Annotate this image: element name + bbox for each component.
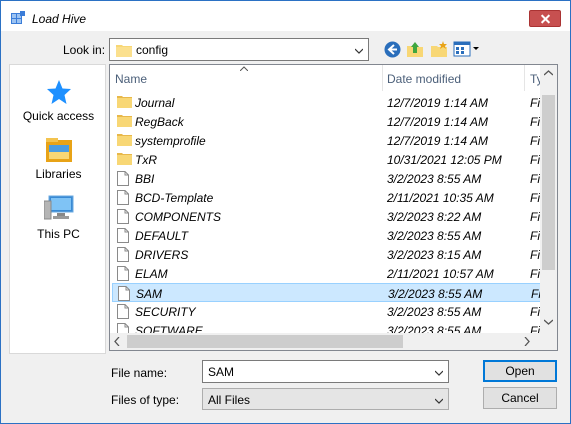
file-date: 12/7/2019 1:14 AM [387,96,488,110]
horizontal-scrollbar[interactable] [110,333,540,350]
vertical-scroll-thumb[interactable] [542,95,555,270]
computer-icon [43,195,73,220]
file-icon [117,190,129,205]
file-date: 3/2/2023 8:15 AM [387,248,482,262]
place-label: Quick access [22,109,95,123]
file-name: TxR [135,153,157,167]
place-this-pc[interactable]: This PC [10,195,107,241]
column-divider[interactable] [524,65,525,91]
file-date: 2/11/2021 10:57 AM [387,267,494,281]
view-menu-button[interactable] [453,40,481,58]
table-row[interactable]: SECURITY 3/2/2023 8:55 AM Fil [112,302,557,321]
file-icon [117,228,129,243]
folder-icon [117,134,132,146]
file-name-label: File name: [111,366,168,380]
file-name: BCD-Template [135,191,214,205]
cancel-button[interactable]: Cancel [483,387,557,409]
scroll-corner [540,333,557,350]
column-divider[interactable] [382,65,383,91]
new-folder-button[interactable] [430,40,448,58]
file-date: 3/2/2023 8:55 AM [387,172,482,186]
table-row[interactable]: TxR 10/31/2021 12:05 PM Fil [112,150,557,169]
file-date: 10/31/2021 12:05 PM [387,153,502,167]
file-date: 2/11/2021 10:35 AM [387,191,494,205]
file-name: COMPONENTS [135,210,222,224]
file-date: 3/2/2023 8:55 AM [387,305,482,319]
sort-up-icon [240,66,248,71]
file-name: ELAM [135,267,168,281]
folder-icon [116,45,132,57]
table-row[interactable]: COMPONENTS 3/2/2023 8:22 AM Fil [112,207,557,226]
table-row[interactable]: SAM 3/2/2023 8:55 AM Fil [112,283,557,302]
vertical-scrollbar[interactable] [540,65,557,333]
file-name: BBI [135,172,155,186]
file-date: 3/2/2023 8:22 AM [387,210,482,224]
folder-icon [117,153,132,165]
file-date: 12/7/2019 1:14 AM [387,134,488,148]
list-header: Name Date modified Ty [110,65,557,91]
scroll-down-icon[interactable] [544,319,553,325]
place-label: Libraries [35,167,82,181]
file-name: SECURITY [135,305,196,319]
table-row[interactable]: ELAM 2/11/2021 10:57 AM Fil [112,264,557,283]
table-row[interactable]: DEFAULT 3/2/2023 8:55 AM Fil [112,226,557,245]
table-row[interactable]: BBI 3/2/2023 8:55 AM Fil [112,169,557,188]
file-date: 12/7/2019 1:14 AM [387,115,488,129]
file-type-value: All Files [208,393,251,407]
look-in-value: config [136,43,169,57]
look-in-dropdown[interactable]: config [109,38,369,61]
table-row[interactable]: RegBack 12/7/2019 1:14 AM Fil [112,112,557,131]
libraries-icon [45,138,72,162]
back-button[interactable] [384,41,401,58]
column-name[interactable]: Name [115,72,147,86]
scroll-right-icon[interactable] [524,337,530,346]
folder-icon [117,96,132,108]
file-name: Journal [135,96,175,110]
file-name: systemprofile [135,134,206,148]
place-label: This PC [37,227,80,241]
folder-icon [117,115,132,127]
scroll-left-icon[interactable] [114,337,120,346]
place-libraries[interactable]: Libraries [10,137,107,181]
open-button[interactable]: Open [483,360,557,382]
file-type-label: Files of type: [111,393,180,407]
file-icon [117,171,129,186]
place-quick-access[interactable]: Quick access [10,79,107,123]
table-row[interactable]: Journal 12/7/2019 1:14 AM Fil [112,93,557,112]
places-bar: Quick access Libraries This PC [9,64,106,354]
chevron-down-icon [355,48,363,54]
window-title: Load Hive [32,12,87,26]
up-folder-button[interactable] [406,40,424,58]
title-bar: Load Hive [1,1,570,31]
file-icon [117,266,129,281]
file-date: 3/2/2023 8:55 AM [387,229,482,243]
star-icon [46,80,71,104]
file-icon [118,286,130,301]
table-row[interactable]: systemprofile 12/7/2019 1:14 AM Fil [112,131,557,150]
file-name: DEFAULT [135,229,188,243]
file-name: DRIVERS [135,248,189,262]
registry-icon [11,11,25,24]
table-row[interactable]: BCD-Template 2/11/2021 10:35 AM Fil [112,188,557,207]
file-name: RegBack [135,115,184,129]
file-icon [117,304,129,319]
chevron-down-icon [435,398,443,404]
scroll-up-icon[interactable] [544,70,553,76]
file-name-input[interactable]: SAM [202,360,449,383]
table-row[interactable]: DRIVERS 3/2/2023 8:15 AM Fil [112,245,557,264]
file-list: Name Date modified Ty Journal 12/7/2019 1… [109,64,558,351]
file-icon [117,247,129,262]
file-type-select[interactable]: All Files [202,388,449,410]
chevron-down-icon[interactable] [435,369,443,377]
horizontal-scroll-thumb[interactable] [127,335,403,348]
look-in-label: Look in: [63,43,106,57]
file-date: 3/2/2023 8:55 AM [388,287,483,301]
close-button[interactable] [529,10,561,27]
file-name-value: SAM [208,365,235,379]
column-date-modified[interactable]: Date modified [387,72,461,86]
load-hive-dialog: Load Hive Look in: config Quick access L… [0,0,571,424]
file-name: SAM [136,287,163,301]
file-icon [117,209,129,224]
